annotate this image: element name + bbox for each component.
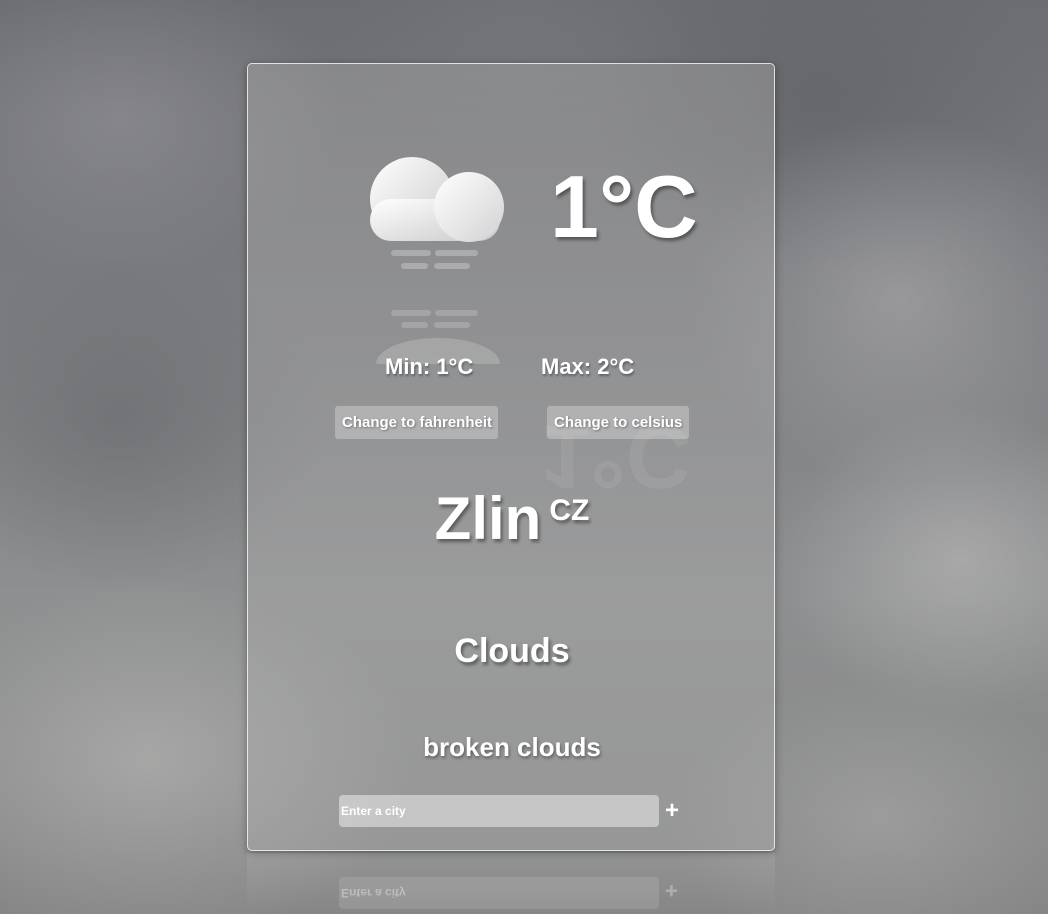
add-button-reflection: + (665, 878, 678, 903)
change-to-celsius-button[interactable]: Change to celsius (547, 406, 689, 439)
weather-description: broken clouds (423, 732, 601, 762)
location: Zlin CZ (248, 484, 774, 553)
max-temperature: Max: 2°C (541, 354, 635, 379)
card-reflection: Enter a city + (247, 853, 775, 914)
input-reflection: Enter a city (339, 877, 659, 909)
broken-clouds-icon (370, 157, 504, 269)
weather-condition: Clouds (454, 632, 570, 670)
city-name: Zlin (434, 485, 542, 552)
current-temperature: 1°C (550, 157, 698, 256)
min-temperature: Min: 1°C (385, 354, 474, 379)
weather-card: 1°C 1°C Min: 1°C Max: 2°C Change to fahr… (247, 63, 775, 851)
country-code: CZ (549, 494, 590, 527)
change-to-fahrenheit-button[interactable]: Change to fahrenheit (335, 406, 498, 439)
city-search-input[interactable] (339, 795, 659, 827)
add-city-button[interactable]: + (660, 795, 684, 827)
